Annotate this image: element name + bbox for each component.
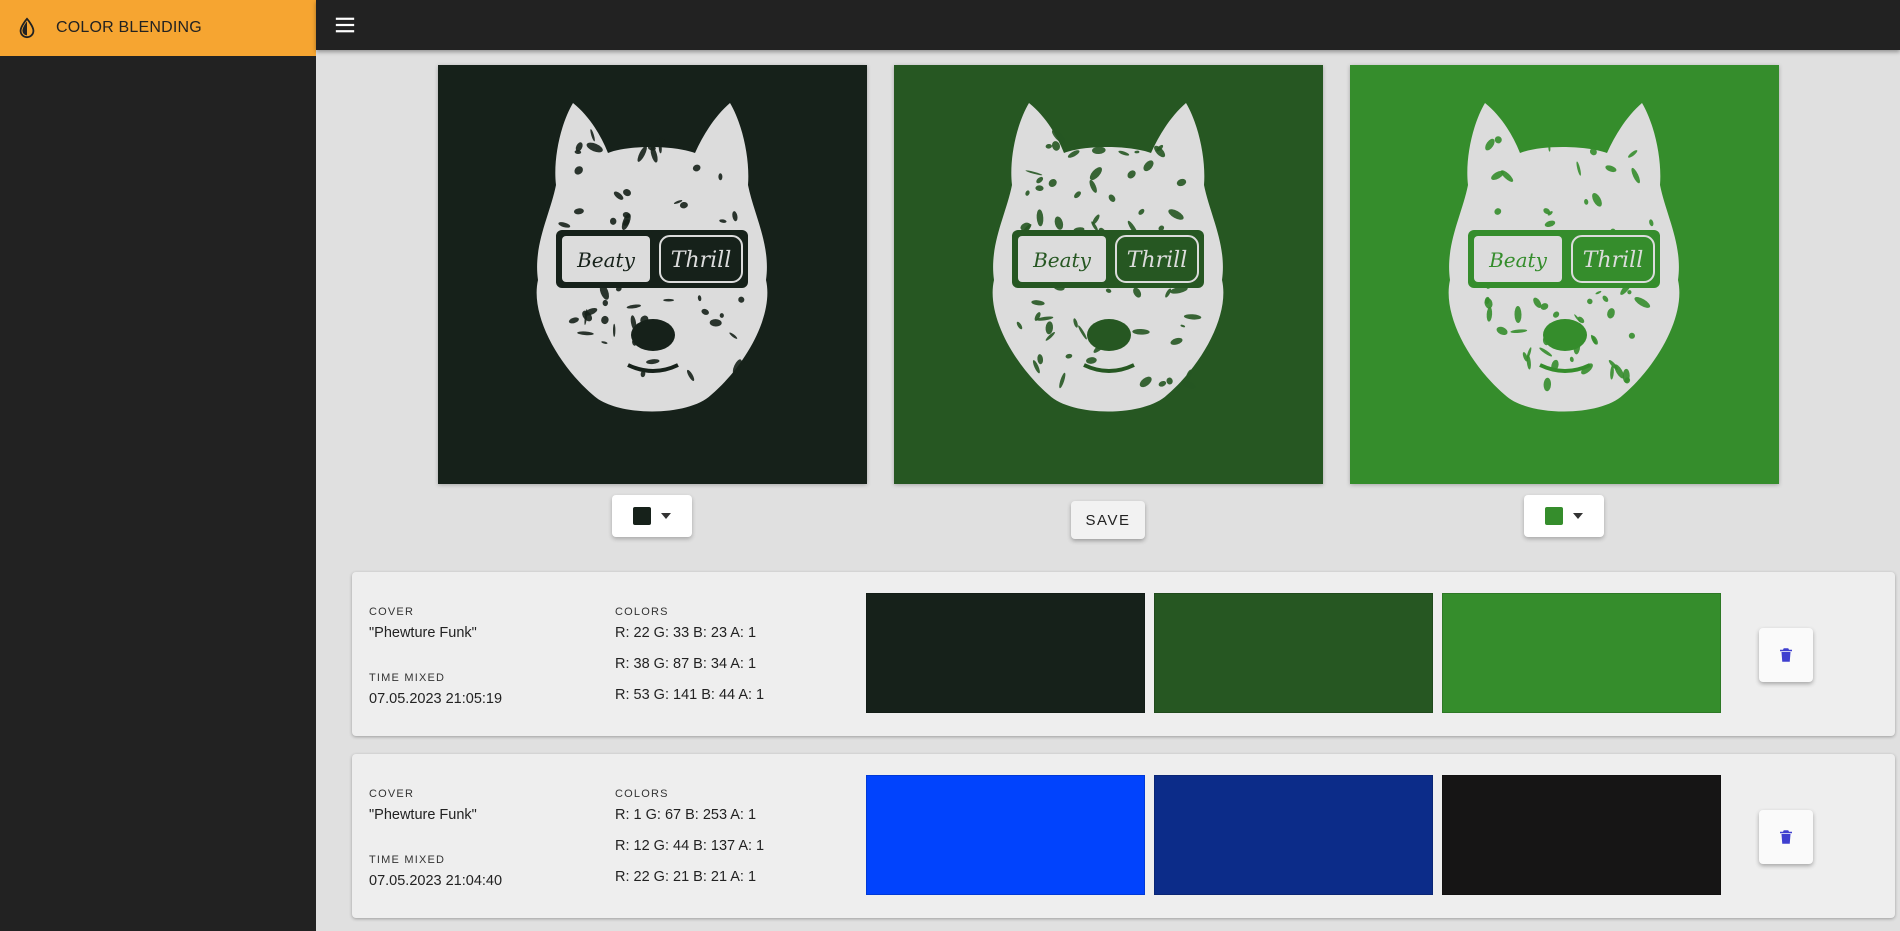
caret-down-icon xyxy=(1573,513,1583,519)
color-swatch-2 xyxy=(1154,775,1433,895)
wolf-artwork: Beaty Thrill xyxy=(1448,103,1680,412)
color-picker-left-button[interactable] xyxy=(612,495,692,537)
time-mixed: 07.05.2023 21:05:19 xyxy=(369,691,503,707)
glasses-text-right: Thrill xyxy=(1583,248,1643,273)
color-swatch-3 xyxy=(1442,593,1721,713)
save-button[interactable]: SAVE xyxy=(1071,501,1145,539)
wolf-artwork: Beaty Thrill xyxy=(992,103,1224,412)
cover-name: "Phewture Funk" xyxy=(369,807,477,823)
cover-image-right: Beaty Thrill xyxy=(1350,65,1779,484)
fur-speckle xyxy=(663,298,674,302)
wolf-nose xyxy=(1087,319,1131,351)
history-card: COVER "Phewture Funk" TIME MIXED 07.05.2… xyxy=(352,754,1895,918)
color-swatch-1 xyxy=(866,593,1145,713)
color-swatch-2 xyxy=(1154,593,1433,713)
trash-icon xyxy=(1780,648,1792,662)
fur-speckle xyxy=(1555,140,1565,146)
top-bar xyxy=(316,0,1900,50)
cover-label: COVER xyxy=(369,788,415,800)
color-value: R: 22 G: 33 B: 23 A: 1 xyxy=(615,625,757,641)
color-value: R: 12 G: 44 B: 137 A: 1 xyxy=(615,838,765,854)
cover-image-left: Beaty Thrill xyxy=(438,65,867,484)
colors-label: COLORS xyxy=(615,606,669,618)
color-swatch-1 xyxy=(866,775,1145,895)
fur-speckle xyxy=(613,323,616,337)
color-swatch-3 xyxy=(1442,775,1721,895)
glasses-text-right: Thrill xyxy=(671,248,731,273)
glasses-text-left: Beaty xyxy=(576,248,635,272)
cover-preview-left: Beaty Thrill xyxy=(438,65,867,484)
fur-speckle xyxy=(1181,380,1196,389)
delete-button[interactable] xyxy=(1759,628,1813,682)
app-brand[interactable]: COLOR BLENDING xyxy=(0,0,316,56)
cover-name: "Phewture Funk" xyxy=(369,625,477,641)
delete-button[interactable] xyxy=(1759,810,1813,864)
glasses-text-left: Beaty xyxy=(1032,248,1091,272)
color-value: R: 22 G: 21 B: 21 A: 1 xyxy=(615,869,757,885)
time-label: TIME MIXED xyxy=(369,672,446,684)
app-title: COLOR BLENDING xyxy=(56,19,202,36)
cover-preview-middle: Beaty Thrill xyxy=(894,65,1323,484)
hamburger-menu-icon[interactable] xyxy=(332,12,358,38)
wolf-nose xyxy=(631,319,675,351)
colors-label: COLORS xyxy=(615,788,669,800)
cover-label: COVER xyxy=(369,606,415,618)
color-swatch xyxy=(1545,507,1563,525)
cover-image-middle: Beaty Thrill xyxy=(894,65,1323,484)
cover-preview-right: Beaty Thrill xyxy=(1350,65,1779,484)
color-swatch xyxy=(633,507,651,525)
glasses-text-right: Thrill xyxy=(1127,248,1187,273)
glasses-text-left: Beaty xyxy=(1488,248,1547,272)
history-card: COVER "Phewture Funk" TIME MIXED 07.05.2… xyxy=(352,572,1895,736)
time-mixed: 07.05.2023 21:04:40 xyxy=(369,873,503,889)
main-content: Beaty Thrill Beaty Thrill Beaty Thrill SAVE… xyxy=(316,50,1900,931)
color-picker-right-button[interactable] xyxy=(1524,495,1604,537)
wolf-nose xyxy=(1543,319,1587,351)
color-value: R: 1 G: 67 B: 253 A: 1 xyxy=(615,807,757,823)
caret-down-icon xyxy=(661,513,671,519)
color-value: R: 53 G: 141 B: 44 A: 1 xyxy=(615,687,765,703)
wolf-artwork: Beaty Thrill xyxy=(536,103,768,412)
time-label: TIME MIXED xyxy=(369,854,446,866)
trash-icon xyxy=(1780,830,1792,844)
cover-previews: Beaty Thrill Beaty Thrill Beaty Thrill SAVE xyxy=(316,65,1900,539)
drop-half-icon xyxy=(16,17,38,39)
sidebar: COLOR BLENDING xyxy=(0,0,316,931)
color-value: R: 38 G: 87 B: 34 A: 1 xyxy=(615,656,757,672)
